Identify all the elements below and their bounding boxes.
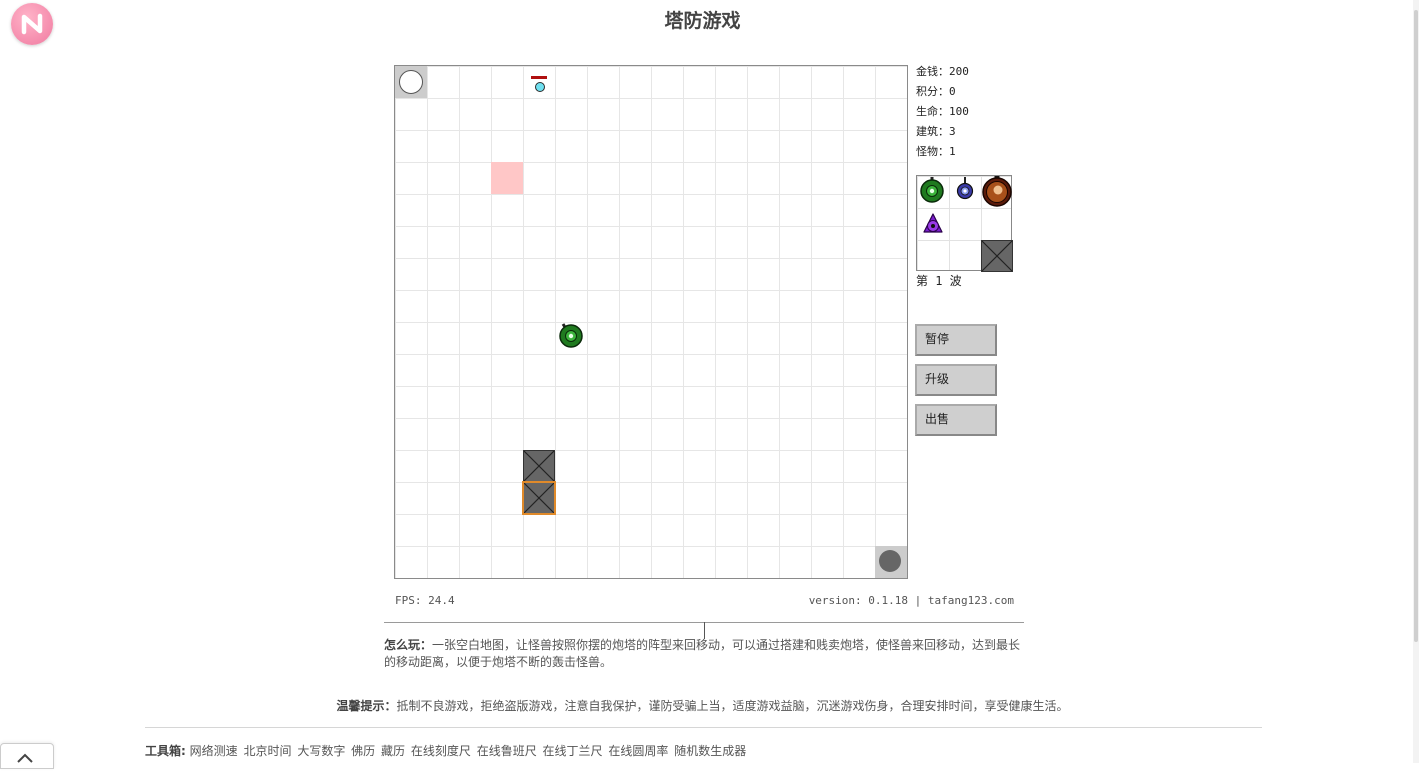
tool-link[interactable]: 在线丁兰尺 — [543, 744, 603, 758]
tool-link[interactable]: 在线鲁班尺 — [477, 744, 537, 758]
tool-link[interactable]: 网络测速 — [190, 744, 238, 758]
tool-link[interactable]: 在线刻度尺 — [411, 744, 471, 758]
stat-label: 建筑： — [916, 125, 949, 138]
hover-cell-highlight — [491, 162, 523, 194]
tower-shop — [916, 175, 1013, 272]
stats-panel: 金钱：200 积分：0 生命：100 建筑：3 怪物：1 — [916, 62, 969, 162]
scrollbar-thumb[interactable] — [1414, 10, 1418, 642]
stat-value: 0 — [949, 85, 956, 98]
upgrade-button[interactable]: 升级 — [915, 364, 997, 396]
page-title: 塔防游戏 — [664, 10, 741, 32]
wave-indicator: 第 1 波 — [916, 274, 962, 288]
wall-block[interactable] — [523, 450, 555, 482]
green-cannon-tower[interactable] — [557, 322, 585, 350]
monster-health-bar — [531, 76, 547, 79]
monster — [531, 76, 547, 92]
footer-divider — [145, 727, 1262, 728]
game-board[interactable] — [394, 65, 908, 579]
toolbox: 工具箱: 网络测速 北京时间 大写数字 佛历 藏历 在线刻度尺 在线鲁班尺 在线… — [145, 742, 748, 759]
how-to-play-label: 怎么玩： — [384, 638, 433, 652]
tool-link[interactable]: 北京时间 — [243, 744, 291, 758]
pause-button[interactable]: 暂停 — [915, 324, 997, 356]
toolbox-label: 工具箱: — [145, 744, 186, 758]
stat-buildings: 建筑：3 — [916, 122, 969, 142]
stat-value: 1 — [949, 145, 956, 158]
stat-value: 3 — [949, 125, 956, 138]
tips-label: 温馨提示： — [336, 699, 397, 713]
stat-label: 金钱： — [916, 65, 949, 78]
wall-block-icon[interactable] — [981, 240, 1013, 272]
tool-link[interactable]: 藏历 — [381, 744, 405, 758]
sell-button[interactable]: 出售 — [915, 404, 997, 436]
tool-link[interactable]: 随机数生成器 — [674, 744, 746, 758]
page-scrollbar[interactable] — [1413, 0, 1419, 763]
tool-link[interactable]: 大写数字 — [297, 744, 345, 758]
orange-heavy-cannon-icon[interactable] — [981, 176, 1013, 208]
monster-body — [535, 82, 545, 92]
tool-link[interactable]: 在线圆周率 — [608, 744, 668, 758]
stat-monsters: 怪物：1 — [916, 142, 969, 162]
how-to-play: 怎么玩：一张空白地图，让怪兽按照你摆的炮塔的阵型来回移动，可以通过搭建和贱卖炮塔… — [384, 637, 1024, 671]
exit-point-icon — [879, 550, 901, 572]
green-cannon-icon[interactable] — [917, 176, 949, 208]
stat-money: 金钱：200 — [916, 62, 969, 82]
chevron-up-icon — [17, 753, 33, 763]
tool-link[interactable]: 佛历 — [351, 744, 375, 758]
fps-counter: FPS: 24.4 — [395, 594, 455, 607]
stat-label: 积分： — [916, 85, 949, 98]
version-info: version: 0.1.18 | tafang123.com — [808, 594, 1014, 607]
stat-label: 怪物： — [916, 145, 949, 158]
stat-label: 生命： — [916, 105, 949, 118]
spawn-point-icon — [399, 70, 423, 94]
stat-value: 200 — [949, 65, 969, 78]
warm-tips: 温馨提示：抵制不良游戏，拒绝盗版游戏，注意自我保护，谨防受骗上当，适度游戏益脑，… — [0, 697, 1405, 714]
stat-value: 100 — [949, 105, 969, 118]
stat-score: 积分：0 — [916, 82, 969, 102]
purple-tower-icon[interactable] — [917, 208, 949, 240]
blue-laser-icon[interactable] — [949, 176, 981, 208]
tips-text: 抵制不良游戏，拒绝盗版游戏，注意自我保护，谨防受骗上当，适度游戏益脑，沉迷游戏伤… — [396, 699, 1069, 713]
stat-lives: 生命：100 — [916, 102, 969, 122]
back-to-top-button[interactable] — [0, 743, 54, 769]
wall-block-selected[interactable] — [522, 481, 556, 515]
how-to-play-text: 一张空白地图，让怪兽按照你摆的炮塔的阵型来回移动，可以通过搭建和贱卖炮塔，使怪兽… — [384, 638, 1021, 669]
